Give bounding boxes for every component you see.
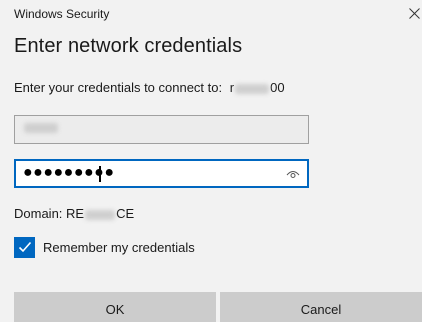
domain-text: Domain: RE CE <box>14 206 134 221</box>
host-name-prefix: r <box>229 80 235 95</box>
connect-prompt: Enter your credentials to connect to: r 0… <box>14 80 285 95</box>
remember-credentials-label: Remember my credentials <box>43 239 195 255</box>
checkbox-box[interactable] <box>14 236 35 258</box>
credentials-dialog: Windows Security Enter network credentia… <box>0 0 422 322</box>
close-button[interactable] <box>406 4 420 22</box>
cancel-button[interactable]: Cancel <box>220 292 422 322</box>
dialog-heading: Enter network credentials <box>14 35 243 57</box>
host-name-suffix: 00 <box>270 80 285 95</box>
host-name-redacted <box>235 83 270 94</box>
checkmark-icon <box>18 241 31 253</box>
close-icon <box>409 8 420 19</box>
domain-label-suffix: CE <box>116 206 135 221</box>
username-field[interactable] <box>14 115 309 144</box>
domain-label-prefix: Domain: RE <box>14 206 85 221</box>
eye-icon[interactable] <box>286 168 300 180</box>
app-title: Windows Security <box>14 7 110 21</box>
ok-button[interactable]: OK <box>14 292 216 322</box>
domain-redacted <box>85 209 116 220</box>
host-name: r 00 <box>230 80 285 95</box>
text-caret <box>99 166 101 182</box>
username-value-redacted <box>24 123 58 133</box>
password-field[interactable]: ●●●●●●●●● <box>14 159 309 188</box>
remember-credentials-checkbox[interactable]: Remember my credentials <box>14 236 195 258</box>
connect-prompt-text: Enter your credentials to connect to: <box>14 80 223 95</box>
